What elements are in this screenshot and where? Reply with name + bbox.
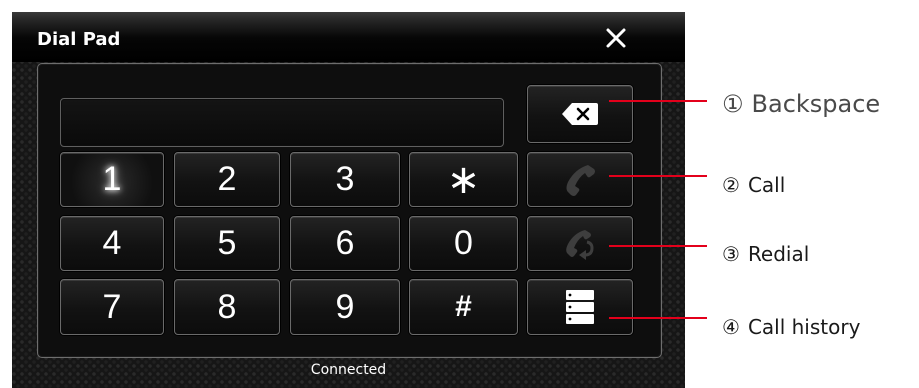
- callout-call: ② Call: [722, 173, 785, 197]
- key-8[interactable]: 8: [174, 279, 280, 335]
- key-1[interactable]: 1: [60, 152, 164, 207]
- close-icon: [606, 28, 626, 48]
- callout-label: Redial: [747, 242, 810, 266]
- key-6[interactable]: 6: [290, 216, 400, 271]
- backspace-button[interactable]: [527, 85, 633, 143]
- key-star[interactable]: ∗: [409, 152, 518, 207]
- redial-icon: [566, 229, 594, 260]
- callout-call-history: ④ Call history: [722, 315, 860, 339]
- callout-backspace: ① Backspace: [722, 90, 880, 118]
- key-2[interactable]: 2: [174, 152, 280, 207]
- list-icon: [566, 290, 594, 324]
- callout-number: ①: [722, 90, 744, 118]
- call-history-button[interactable]: [527, 279, 633, 335]
- connection-status: Connected: [310, 362, 387, 378]
- callout-number: ②: [722, 173, 740, 197]
- key-7[interactable]: 7: [60, 279, 164, 335]
- callout-number: ③: [722, 242, 740, 266]
- callout-leader-backspace: [609, 100, 707, 102]
- call-button[interactable]: [527, 152, 633, 207]
- backspace-icon: [562, 103, 598, 125]
- number-display[interactable]: [60, 98, 504, 147]
- callout-leader-call: [609, 175, 707, 177]
- callout-number: ④: [722, 315, 740, 339]
- callout-leader-redial: [609, 245, 707, 247]
- close-button[interactable]: [602, 24, 630, 52]
- dial-pad-window: Dial Pad 1 2 3 ∗ 4 5 6 0 7 8 9 # Connect…: [12, 12, 685, 388]
- key-5[interactable]: 5: [174, 216, 280, 271]
- callout-leader-call-history: [609, 317, 707, 319]
- window-title: Dial Pad: [37, 29, 121, 50]
- callout-label: Backspace: [751, 90, 881, 118]
- key-4[interactable]: 4: [60, 216, 164, 271]
- key-3[interactable]: 3: [290, 152, 400, 207]
- title-bar: Dial Pad: [12, 12, 685, 62]
- key-9[interactable]: 9: [290, 279, 400, 335]
- callout-redial: ③ Redial: [722, 242, 809, 266]
- callout-label: Call history: [747, 315, 861, 339]
- key-0[interactable]: 0: [409, 216, 518, 271]
- key-hash[interactable]: #: [409, 279, 518, 335]
- callout-label: Call: [747, 173, 786, 197]
- redial-button[interactable]: [527, 216, 633, 271]
- phone-icon: [566, 164, 595, 196]
